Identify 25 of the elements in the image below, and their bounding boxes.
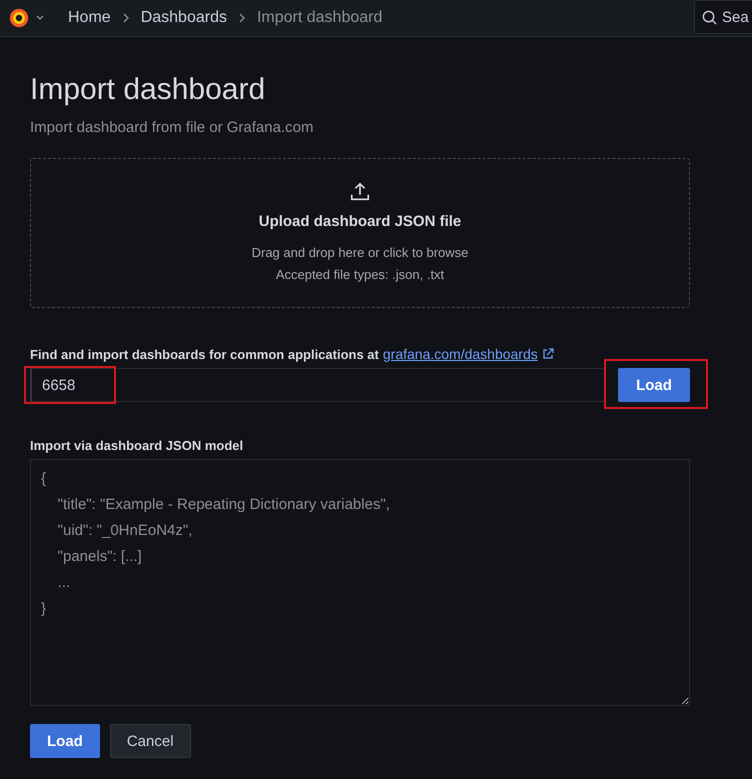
chevron-icon xyxy=(236,13,247,23)
upload-icon xyxy=(349,180,371,202)
upload-dropzone[interactable]: Upload dashboard JSON file Drag and drop here or click to browse Accepted file types: .json, .txt xyxy=(30,158,690,308)
cancel-button[interactable]: Cancel xyxy=(110,724,191,758)
field-label: Import via dashboard JSON model xyxy=(30,438,244,453)
dashboard-id-field[interactable]: 6658 xyxy=(30,368,606,402)
chevron-icon xyxy=(120,13,131,23)
search-icon xyxy=(702,10,717,25)
load-button[interactable]: Load xyxy=(30,724,100,758)
page-subtitle: Import dashboard from file or Grafana.com xyxy=(30,119,314,136)
upload-title: Upload dashboard JSON file xyxy=(258,212,462,230)
breadcrumb-link[interactable]: Home xyxy=(64,9,115,27)
breadcrumb-link[interactable]: Dashboards xyxy=(136,9,231,27)
search-field[interactable]: Sea xyxy=(694,0,752,34)
caret-icon[interactable] xyxy=(36,15,44,21)
logo-icon[interactable] xyxy=(8,7,30,29)
external-link-icon[interactable] xyxy=(542,348,554,360)
load-button[interactable]: Load xyxy=(618,368,690,402)
page-title: Import dashboard xyxy=(30,73,266,107)
grafana-link[interactable]: grafana.com/dashboards xyxy=(382,346,538,362)
field-label: Find and import dashboards for common applications at xyxy=(30,346,379,362)
breadcrumb-link[interactable]: Import dashboard xyxy=(252,9,386,27)
file-types-text: Accepted file types: .json, .txt xyxy=(276,266,444,284)
upload-hint: Drag and drop here or click to browse xyxy=(252,244,468,262)
json-model-field[interactable]: { "title": "Example - Repeating Dictionary variables", "uid": "_0HnEoN4z", "panels": [...] ... } xyxy=(30,459,690,706)
